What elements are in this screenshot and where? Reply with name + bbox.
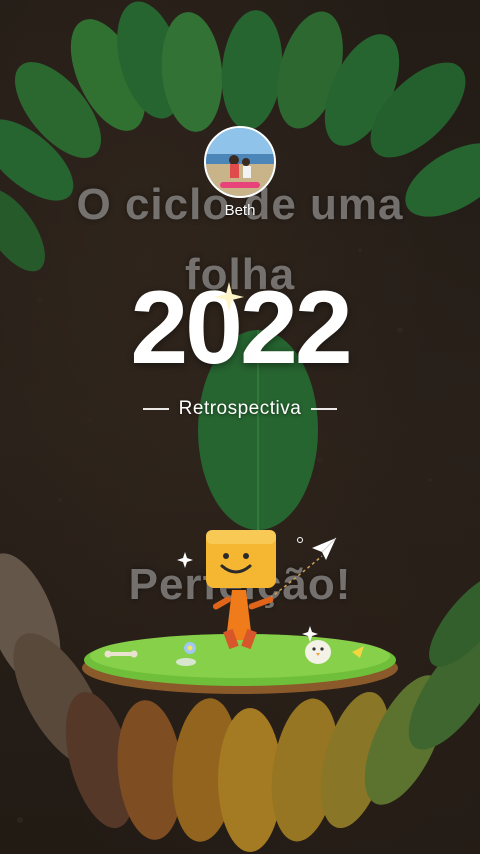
mascot-scene [82, 530, 398, 694]
chick-icon [305, 640, 331, 664]
sparkle-icon [214, 282, 244, 312]
subtitle-row: Retrospectiva [0, 396, 480, 422]
divider-right [311, 408, 338, 410]
sparkle-icon-small [177, 552, 193, 568]
grass-platform [82, 634, 398, 694]
mascot-character [206, 530, 276, 650]
story-screen[interactable]: O ciclo de uma folha Perfeição! Beth 202… [0, 0, 480, 854]
subtitle: Retrospectiva [178, 398, 302, 419]
divider-left [142, 408, 169, 410]
profile-name: Beth [224, 202, 256, 219]
paper-plane-icon [312, 537, 337, 560]
profile-badge[interactable]: Beth [204, 126, 276, 219]
avatar[interactable] [204, 126, 276, 198]
avatar-photo [206, 128, 274, 196]
